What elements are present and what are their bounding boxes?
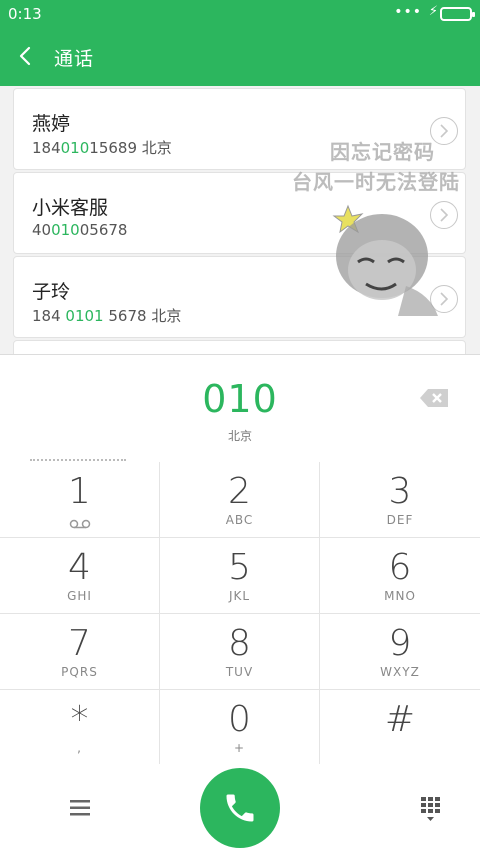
delete-button[interactable] bbox=[418, 385, 454, 411]
key-0[interactable]: 0 + bbox=[160, 690, 320, 766]
contact-detail-button[interactable] bbox=[430, 117, 458, 145]
key-2[interactable]: 2 ABC bbox=[160, 462, 320, 538]
number-location: 北京 bbox=[227, 429, 252, 443]
contact-name: 燕婷 bbox=[32, 113, 71, 135]
status-signal-dots: ••• bbox=[394, 4, 422, 20]
dial-keypad: 1 2 ABC 3 DEF 4 GHI 5 JKL 6 MNO 7 PQRS 8… bbox=[0, 462, 480, 766]
backspace-icon bbox=[420, 389, 448, 407]
page-title: 通话 bbox=[54, 48, 95, 70]
dialed-number[interactable]: 010 bbox=[0, 377, 480, 421]
contact-card[interactable]: 小米客服 4001005678 bbox=[13, 172, 466, 254]
key-star[interactable]: * , bbox=[0, 690, 160, 766]
contact-detail-button[interactable] bbox=[430, 285, 458, 313]
chevron-left-icon bbox=[19, 46, 31, 66]
dialpad-toggle-button[interactable] bbox=[414, 794, 450, 824]
contact-name: 小米客服 bbox=[32, 197, 109, 219]
contact-name: 子玲 bbox=[32, 281, 71, 303]
chevron-right-icon bbox=[440, 208, 449, 222]
key-hash[interactable]: # bbox=[320, 690, 480, 766]
app-header: 通话 bbox=[0, 28, 480, 86]
bottom-action-bar bbox=[0, 764, 480, 853]
contact-card[interactable]: 子玲 184 0101 5678 北京 bbox=[13, 256, 466, 338]
battery-icon bbox=[440, 7, 475, 21]
key-4[interactable]: 4 GHI bbox=[0, 538, 160, 614]
divider bbox=[30, 459, 126, 461]
key-3[interactable]: 3 DEF bbox=[320, 462, 480, 538]
voicemail-icon bbox=[0, 514, 159, 529]
contact-number: 18401015689 北京 bbox=[32, 139, 172, 157]
dialpad-icon bbox=[421, 797, 440, 821]
phone-icon bbox=[226, 794, 254, 822]
call-button[interactable] bbox=[200, 768, 280, 848]
contact-detail-button[interactable] bbox=[430, 201, 458, 229]
contact-number: 184 0101 5678 北京 bbox=[32, 307, 182, 325]
dial-input-area: 010 北京 bbox=[0, 354, 480, 462]
key-9[interactable]: 9 WXYZ bbox=[320, 614, 480, 690]
menu-icon bbox=[70, 800, 90, 816]
status-bar: 0:13 ••• ⚡ bbox=[0, 0, 480, 28]
key-7[interactable]: 7 PQRS bbox=[0, 614, 160, 690]
contact-suggestions: 燕婷 18401015689 北京 小米客服 4001005678 子玲 184… bbox=[0, 86, 480, 354]
status-time: 0:13 bbox=[8, 5, 42, 23]
charging-icon: ⚡ bbox=[428, 4, 438, 19]
key-6[interactable]: 6 MNO bbox=[320, 538, 480, 614]
key-1[interactable]: 1 bbox=[0, 462, 160, 538]
chevron-right-icon bbox=[440, 292, 449, 306]
contact-card-partial bbox=[13, 340, 466, 354]
key-5[interactable]: 5 JKL bbox=[160, 538, 320, 614]
contact-card[interactable]: 燕婷 18401015689 北京 bbox=[13, 88, 466, 170]
menu-button[interactable] bbox=[64, 794, 96, 822]
chevron-right-icon bbox=[440, 124, 449, 138]
contact-number: 4001005678 bbox=[32, 221, 128, 239]
back-button[interactable] bbox=[10, 38, 46, 74]
key-8[interactable]: 8 TUV bbox=[160, 614, 320, 690]
